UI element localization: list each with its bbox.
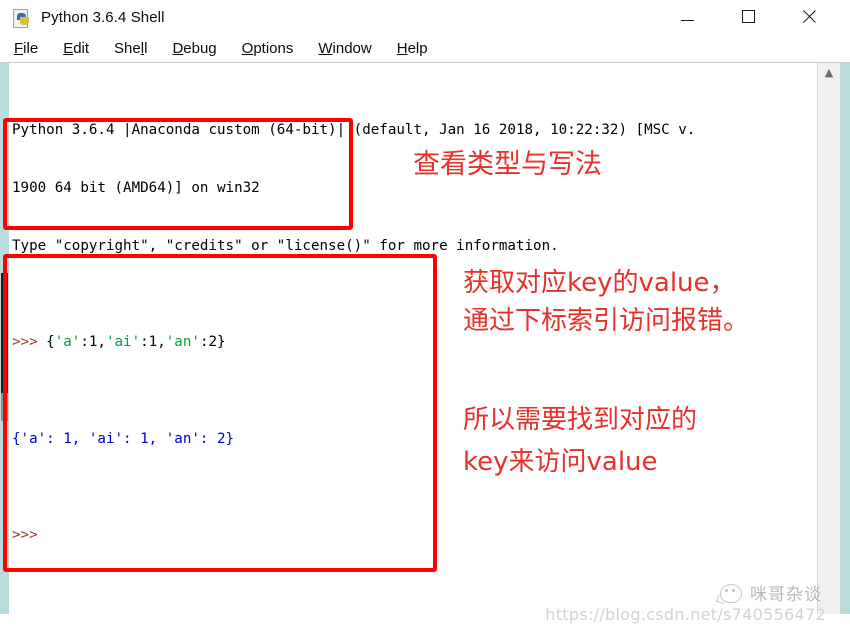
close-icon: [801, 9, 817, 25]
dict-sep-2: :1,: [140, 334, 166, 351]
annotation-use-key: 所以需要找到对应的 key来访问value: [463, 405, 698, 477]
menu-shell[interactable]: Shell: [114, 40, 147, 57]
left-scrollbar[interactable]: [0, 63, 9, 614]
python-file-icon: [12, 8, 32, 28]
left-scrollbar-thumb-secondary[interactable]: [1, 393, 8, 421]
dict-repr-output: {'a': 1, 'ai': 1, 'an': 2}: [12, 430, 235, 447]
prompt: >>>: [12, 334, 38, 351]
dict-key-a: 'a': [54, 334, 81, 351]
chevron-up-icon[interactable]: ▲: [818, 63, 840, 82]
watermark-url: https://blog.csdn.net/s740556472: [545, 605, 826, 624]
menu-file-label: ile: [23, 40, 39, 57]
menu-help[interactable]: Help: [397, 40, 428, 57]
menu-options-label: ptions: [253, 40, 294, 57]
menu-debug-mnemonic: D: [172, 40, 184, 57]
prompt: >>>: [12, 527, 38, 544]
window-title: Python 3.6.4 Shell: [41, 9, 165, 26]
vertical-scrollbar[interactable]: ▲: [817, 63, 840, 614]
python-shell-window: Python 3.6.4 Shell File Edit Shell Debug…: [0, 0, 850, 629]
annotation-get-value: 获取对应key的value， 通过下标索引访问报错。: [463, 268, 750, 336]
dict-key-an: 'an': [165, 334, 200, 351]
shell-line: 1900 64 bit (AMD64)] on win32: [12, 179, 802, 198]
menu-window-mnemonic: W: [318, 40, 333, 57]
menu-edit[interactable]: Edit: [63, 40, 89, 57]
menu-edit-label: dit: [73, 40, 90, 57]
shell-line: >>>: [12, 526, 802, 545]
menu-edit-mnemonic: E: [63, 40, 74, 57]
dict-open: {: [46, 334, 55, 351]
menu-shell-label: l: [144, 40, 148, 57]
right-edge-strip: [840, 63, 850, 614]
menu-debug[interactable]: Debug: [172, 40, 216, 57]
banner-line-1: Python 3.6.4 |Anaconda custom (64-bit)| …: [12, 121, 696, 138]
shell-line: Python 3.6.4 |Anaconda custom (64-bit)| …: [12, 121, 802, 140]
menu-help-mnemonic: H: [396, 40, 408, 57]
menu-bar: File Edit Shell Debug Options Window Hel…: [0, 35, 850, 62]
minimize-button[interactable]: [664, 0, 710, 33]
close-button[interactable]: [786, 0, 832, 33]
menu-shell-pre: She: [114, 40, 141, 57]
banner-line-2: 1900 64 bit (AMD64)] on win32: [12, 179, 260, 196]
maximize-button[interactable]: [725, 0, 771, 33]
dict-key-ai: 'ai': [105, 334, 141, 351]
menu-file[interactable]: File: [14, 40, 38, 57]
annotation-view-type: 查看类型与写法: [413, 149, 602, 180]
title-bar: Python 3.6.4 Shell: [0, 0, 850, 35]
menu-window-label: indow: [332, 40, 372, 57]
dict-close: :2}: [199, 334, 226, 351]
cat-face-icon: [716, 583, 743, 604]
menu-debug-label: ebug: [183, 40, 217, 57]
minimize-icon: [680, 19, 694, 21]
menu-file-mnemonic: F: [14, 40, 24, 57]
left-scrollbar-thumb[interactable]: [1, 273, 8, 393]
menu-options[interactable]: Options: [242, 40, 294, 57]
menu-help-label: elp: [407, 40, 428, 57]
shell-line: Type "copyright", "credits" or "license(…: [12, 237, 802, 256]
watermark-badge: 咪哥杂谈: [716, 580, 822, 605]
menu-window[interactable]: Window: [318, 40, 371, 57]
maximize-icon: [741, 10, 755, 23]
watermark-badge-text: 咪哥杂谈: [750, 585, 822, 605]
banner-line-3: Type "copyright", "credits" or "license(…: [12, 237, 559, 254]
menu-options-mnemonic: O: [241, 40, 254, 57]
dict-sep-1: :1,: [80, 334, 106, 351]
